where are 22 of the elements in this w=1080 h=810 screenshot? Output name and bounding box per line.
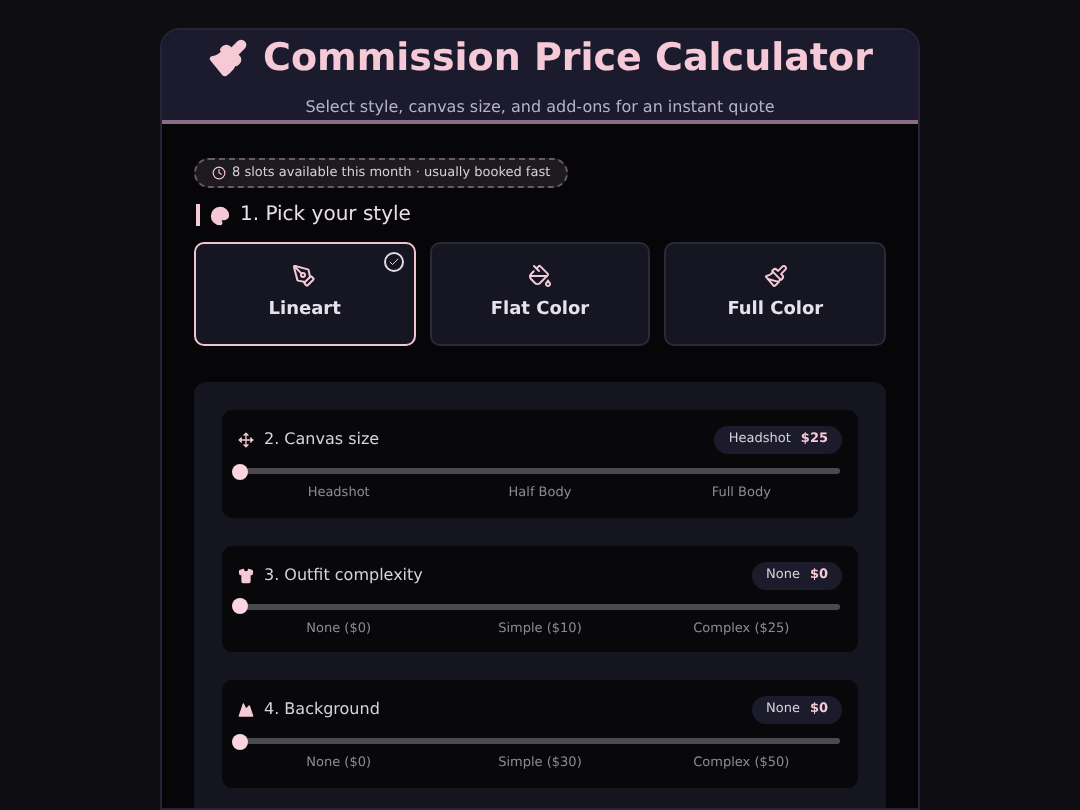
- pen-icon: [292, 264, 317, 288]
- move-icon: [238, 432, 254, 449]
- slider-title: 2. Canvas size: [264, 428, 380, 453]
- shirt-icon: [238, 567, 254, 584]
- slider-title: 4. Background: [264, 698, 380, 723]
- style-option[interactable]: Full Color: [664, 242, 886, 347]
- slider-title: 3. Outfit complexity: [264, 563, 423, 588]
- style-option[interactable]: Lineart: [194, 242, 416, 347]
- check-icon: [383, 252, 404, 273]
- slider-thumb[interactable]: [232, 733, 248, 749]
- slider-thumb[interactable]: [232, 463, 248, 479]
- slider-thumb[interactable]: [232, 598, 248, 614]
- paint-bucket-icon: [527, 264, 552, 288]
- palette-icon: [210, 205, 230, 226]
- page-subtitle: Select style, canvas size, and add-ons for an instant quote: [305, 95, 775, 119]
- paintbrush-icon: [763, 264, 788, 288]
- clock-icon: [212, 165, 226, 180]
- mountain-icon: [238, 702, 254, 719]
- page-title: Commission Price Calculator: [263, 34, 873, 84]
- section-heading: 1. Pick your style: [240, 202, 411, 231]
- paintbrush-icon: [207, 38, 248, 79]
- style-option[interactable]: Flat Color: [429, 242, 651, 347]
